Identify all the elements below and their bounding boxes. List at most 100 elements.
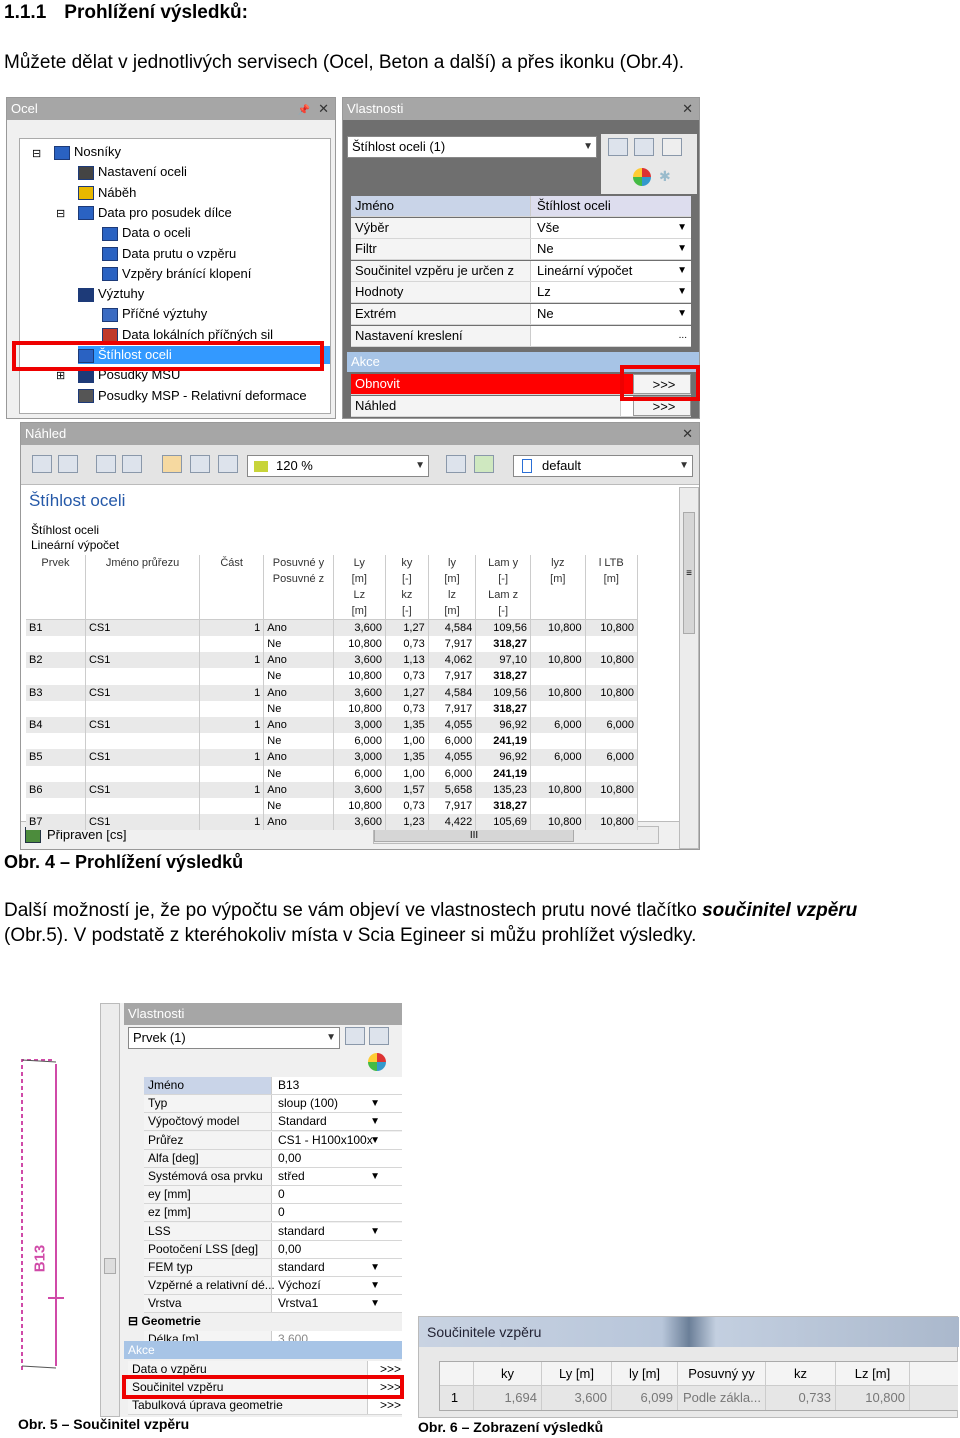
fig5-property-row[interactable]: FEM typ standard ▼ — [144, 1259, 402, 1277]
fig5-property-row[interactable]: LSS standard ▼ — [144, 1222, 402, 1241]
fig5-action-row[interactable]: Data o vzpěru >>> — [128, 1361, 402, 1379]
tree-item[interactable]: Nastavení oceli — [78, 163, 187, 181]
property-value[interactable]: Ne ▼ — [533, 239, 691, 259]
property-row[interactable]: Filtr Ne ▼ — [351, 239, 691, 261]
fig5-scroll-thumb[interactable] — [104, 1258, 116, 1274]
zoom-dropdown[interactable]: 120 % ▼ — [247, 455, 429, 477]
action-button[interactable]: >>> — [633, 374, 691, 394]
property-value[interactable]: Lz ▼ — [533, 282, 691, 302]
property-value[interactable]: Vše ▼ — [533, 218, 691, 238]
property-row[interactable]: Jméno Štíhlost oceli — [351, 196, 691, 217]
style-dropdown[interactable]: default ▼ — [513, 455, 693, 477]
filter-icon[interactable] — [634, 138, 654, 156]
fig5-scrollbar[interactable] — [100, 1003, 120, 1417]
refresh-icon[interactable] — [446, 455, 466, 473]
tools-icon[interactable]: ✱ — [659, 168, 677, 186]
fig5-property-row[interactable]: Vzpěrné a relativní dé... Výchozí ▼ — [144, 1277, 402, 1296]
split-view-icon[interactable] — [190, 455, 210, 473]
fig5-selector[interactable]: Prvek (1) ▼ — [128, 1027, 340, 1049]
vertical-scrollbar[interactable]: ≡ — [679, 487, 699, 849]
tree-item[interactable]: Výztuhy — [78, 285, 144, 303]
property-value[interactable]: sloup (100) ▼ — [274, 1095, 402, 1112]
tree-item[interactable]: Štíhlost oceli — [78, 346, 330, 364]
fig5-property-row[interactable]: ey [mm] 0 — [144, 1186, 402, 1205]
print-preview-icon[interactable] — [96, 455, 116, 473]
property-value[interactable]: 0,00 — [274, 1241, 402, 1258]
property-value[interactable]: 0 — [274, 1186, 402, 1203]
property-value[interactable]: ... — [533, 326, 691, 346]
property-value[interactable]: 0,00 — [274, 1150, 402, 1167]
edit-icon[interactable] — [662, 138, 682, 156]
tree-item[interactable]: Náběh — [78, 184, 136, 202]
fig5-property-row[interactable]: Alfa [deg] 0,00 — [144, 1149, 402, 1168]
collapse-icon[interactable]: ⊟ — [56, 207, 65, 220]
property-value[interactable]: CS1 - H100x100x ▼ — [274, 1132, 402, 1149]
close-icon[interactable]: ✕ — [682, 101, 693, 116]
property-row[interactable]: Hodnoty Lz ▼ — [351, 282, 691, 304]
select-icon[interactable] — [345, 1027, 365, 1045]
property-value[interactable]: střed ▼ — [274, 1168, 402, 1185]
property-value[interactable]: standard ▼ — [274, 1223, 402, 1240]
fig5-property-row[interactable]: Vrstva Vrstva1 ▼ — [144, 1295, 402, 1314]
fig5-property-row[interactable]: Typ sloup (100) ▼ — [144, 1095, 402, 1114]
property-row[interactable]: Extrém Ne ▼ — [351, 304, 691, 325]
expand-icon[interactable]: ⊞ — [56, 369, 65, 382]
tree-item[interactable]: Data prutu o vzpěru — [102, 245, 236, 263]
tree-item[interactable]: Data pro posudek dílce — [78, 204, 232, 222]
property-value[interactable]: Ne ▼ — [533, 304, 691, 324]
action-button[interactable]: >>> — [376, 1397, 402, 1414]
filter-icon[interactable] — [369, 1027, 389, 1045]
color-wheel-icon[interactable] — [633, 168, 651, 186]
fig5-action-row[interactable]: Součinitel vzpěru >>> — [128, 1379, 402, 1397]
property-value[interactable]: B13 — [274, 1077, 402, 1094]
tree-item[interactable]: Posudky MSU — [78, 366, 180, 384]
tree-item[interactable]: Data lokálních příčných sil — [102, 326, 273, 344]
close-icon[interactable]: ✕ — [682, 426, 693, 441]
property-value[interactable]: 0 — [274, 1204, 402, 1221]
update-icon[interactable] — [474, 455, 494, 473]
action-row[interactable]: Náhled >>> — [351, 396, 691, 417]
action-button[interactable]: >>> — [376, 1361, 402, 1378]
fig5-property-row[interactable]: Průřez CS1 - H100x100x ▼ — [144, 1131, 402, 1150]
property-value[interactable]: Vrstva1 ▼ — [274, 1295, 402, 1312]
page-view-icon[interactable] — [162, 455, 182, 473]
pin-icon[interactable]: 📌 — [298, 105, 310, 116]
fig5-property-row[interactable]: Jméno B13 — [144, 1077, 402, 1095]
action-button[interactable]: >>> — [376, 1379, 402, 1396]
tree-item[interactable]: Vzpěry bránící klopení — [102, 265, 251, 283]
close-icon[interactable]: ✕ — [318, 101, 329, 116]
table-cell: 10,800 — [333, 797, 386, 815]
fig5-property-row[interactable]: ez [mm] 0 — [144, 1204, 402, 1223]
fig5-property-row[interactable]: Výpočtový model Standard ▼ — [144, 1113, 402, 1132]
property-value[interactable]: Výchozí ▼ — [274, 1277, 402, 1294]
tree-item[interactable]: Posudky MSP - Relativní deformace — [78, 387, 307, 405]
fig5-property-row[interactable]: Systémová osa prvku střed ▼ — [144, 1168, 402, 1186]
tree-item[interactable]: Nosníky — [54, 143, 121, 161]
property-value[interactable]: Štíhlost oceli — [533, 196, 691, 216]
tree-item[interactable]: Příčné výztuhy — [102, 305, 207, 323]
selection-dropdown[interactable]: Štíhlost oceli (1) ▼ — [347, 136, 597, 158]
property-row[interactable]: Součinitel vzpěru je určen z Lineární výp… — [351, 260, 691, 282]
more-button[interactable]: ... — [679, 326, 687, 346]
action-row[interactable]: Obnovit >>> — [351, 374, 691, 395]
print-icon[interactable] — [122, 455, 142, 473]
select-icon[interactable] — [608, 138, 628, 156]
property-value[interactable]: Lineární výpočet ▼ — [533, 261, 691, 281]
fig5-property-row[interactable]: Pootočení LSS [deg] 0,00 — [144, 1240, 402, 1259]
single-page-icon[interactable] — [218, 455, 238, 473]
scroll-thumb[interactable]: ≡ — [683, 512, 695, 634]
property-value[interactable]: standard ▼ — [274, 1259, 402, 1276]
property-value[interactable]: Standard ▼ — [274, 1113, 402, 1130]
color-wheel-icon[interactable] — [368, 1053, 386, 1071]
property-row[interactable]: Výběr Vše ▼ — [351, 217, 691, 239]
geometrie-section[interactable]: ⊟ Geometrie — [128, 1314, 201, 1328]
property-row[interactable]: Nastavení kreslení... — [351, 325, 691, 347]
action-label: Obnovit — [351, 374, 621, 394]
action-button[interactable]: >>> — [633, 396, 691, 416]
export-icon[interactable] — [58, 455, 78, 473]
fig5-action-row[interactable]: Tabulková úprava geometrie >>> — [128, 1397, 402, 1415]
doc-subtitle-1: Štíhlost oceli — [31, 523, 100, 537]
collapse-icon[interactable]: ⊟ — [32, 147, 41, 160]
copy-icon[interactable] — [32, 455, 52, 473]
tree-item[interactable]: Data o oceli — [102, 224, 191, 242]
